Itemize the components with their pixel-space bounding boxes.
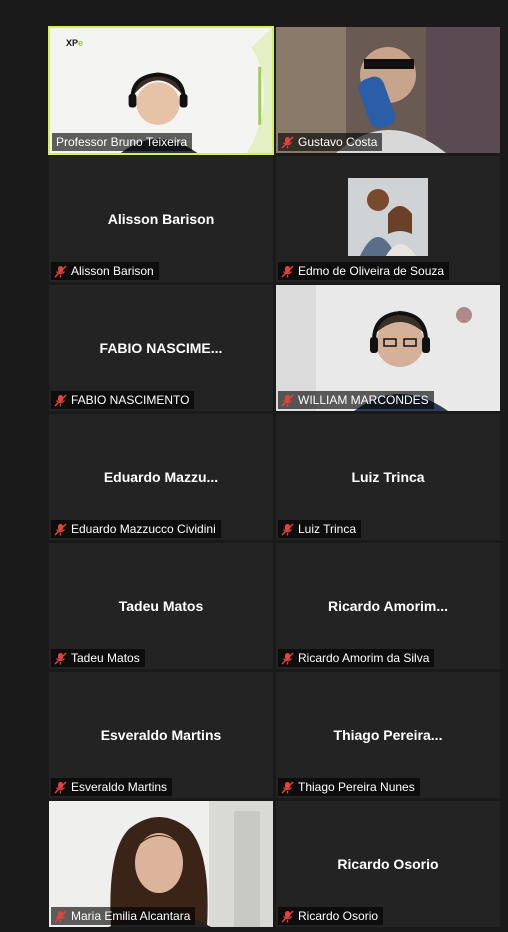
- video-tile-william[interactable]: WILLIAM MARCONDES: [276, 285, 500, 411]
- participant-name: Professor Bruno Teixeira: [56, 135, 188, 149]
- muted-mic-icon: [281, 522, 294, 536]
- participant-name: WILLIAM MARCONDES: [298, 393, 429, 407]
- participant-display-name: Tadeu Matos: [118, 598, 204, 614]
- video-tile-luiz[interactable]: Luiz Trinca Luiz Trinca: [276, 414, 500, 540]
- muted-mic-icon: [54, 651, 67, 665]
- participant-name: Tadeu Matos: [71, 651, 140, 665]
- muted-mic-icon: [54, 264, 67, 278]
- participant-name: Edmo de Oliveira de Souza: [298, 264, 445, 278]
- participant-name: Ricardo Osorio: [298, 909, 379, 923]
- participant-name: Ricardo Amorim da Silva: [298, 651, 430, 665]
- name-label: Tadeu Matos: [51, 649, 145, 667]
- video-tile-eduardo[interactable]: Eduardo Mazzu... Eduardo Mazzucco Cividi…: [49, 414, 273, 540]
- video-tile-tadeu[interactable]: Tadeu Matos Tadeu Matos: [49, 543, 273, 669]
- participant-display-name: Ricardo Amorim...: [327, 598, 449, 614]
- name-label: Esveraldo Martins: [51, 778, 173, 796]
- name-label: Ricardo Osorio: [278, 907, 384, 925]
- video-tile-alisson[interactable]: Alisson Barison Alisson Barison: [49, 156, 273, 282]
- participant-name: Gustavo Costa: [298, 135, 378, 149]
- name-label: Ricardo Amorim da Silva: [278, 649, 435, 667]
- name-label: Thiago Pereira Nunes: [278, 778, 420, 796]
- participant-display-name: Alisson Barison: [107, 211, 215, 227]
- participant-name: Maria Emilia Alcantara: [71, 909, 191, 923]
- name-label: Eduardo Mazzucco Cividini: [51, 520, 221, 538]
- muted-mic-icon: [281, 780, 294, 794]
- participant-name: Alisson Barison: [71, 264, 154, 278]
- participant-name: FABIO NASCIMENTO: [71, 393, 190, 407]
- muted-mic-icon: [54, 393, 67, 407]
- name-label: Professor Bruno Teixeira: [52, 133, 193, 151]
- video-tile-ricardo-amorim[interactable]: Ricardo Amorim... Ricardo Amorim da Silv…: [276, 543, 500, 669]
- name-label: Luiz Trinca: [278, 520, 362, 538]
- participant-name: Esveraldo Martins: [71, 780, 168, 794]
- video-tile-gustavo[interactable]: Gustavo Costa: [276, 27, 500, 153]
- participant-name: Thiago Pereira Nunes: [298, 780, 415, 794]
- muted-mic-icon: [281, 651, 294, 665]
- participant-display-name: Luiz Trinca: [351, 469, 425, 485]
- video-tile-bruno[interactable]: XPe Professor Bruno Teixeira: [48, 26, 274, 155]
- video-tile-esveraldo[interactable]: Esveraldo Martins Esveraldo Martins: [49, 672, 273, 798]
- participant-display-name: Esveraldo Martins: [100, 727, 222, 743]
- participant-display-name: Ricardo Osorio: [337, 856, 439, 872]
- name-label: Edmo de Oliveira de Souza: [278, 262, 450, 280]
- video-tile-edmo[interactable]: Edmo de Oliveira de Souza: [276, 156, 500, 282]
- muted-mic-icon: [54, 522, 67, 536]
- profile-photo: [348, 178, 428, 256]
- xp-logo: XPe: [66, 38, 84, 48]
- muted-mic-icon: [281, 909, 294, 923]
- muted-mic-icon: [54, 780, 67, 794]
- name-label: Alisson Barison: [51, 262, 159, 280]
- video-tile-maria[interactable]: Maria Emilia Alcantara: [49, 801, 273, 927]
- muted-mic-icon: [54, 909, 67, 923]
- muted-mic-icon: [281, 393, 294, 407]
- video-tile-ricardo-osorio[interactable]: Ricardo Osorio Ricardo Osorio: [276, 801, 500, 927]
- video-tile-fabio[interactable]: FABIO NASCIME... FABIO NASCIMENTO: [49, 285, 273, 411]
- name-label: FABIO NASCIMENTO: [51, 391, 195, 409]
- muted-mic-icon: [281, 264, 294, 278]
- name-label: Gustavo Costa: [278, 133, 383, 151]
- participant-display-name: FABIO NASCIME...: [99, 340, 223, 356]
- participant-name: Luiz Trinca: [298, 522, 357, 536]
- name-label: WILLIAM MARCONDES: [278, 391, 434, 409]
- muted-mic-icon: [281, 135, 294, 149]
- participant-display-name: Thiago Pereira...: [333, 727, 443, 743]
- participant-display-name: Eduardo Mazzu...: [103, 469, 219, 485]
- name-label: Maria Emilia Alcantara: [51, 907, 196, 925]
- participant-name: Eduardo Mazzucco Cividini: [71, 522, 216, 536]
- video-tile-thiago[interactable]: Thiago Pereira... Thiago Pereira Nunes: [276, 672, 500, 798]
